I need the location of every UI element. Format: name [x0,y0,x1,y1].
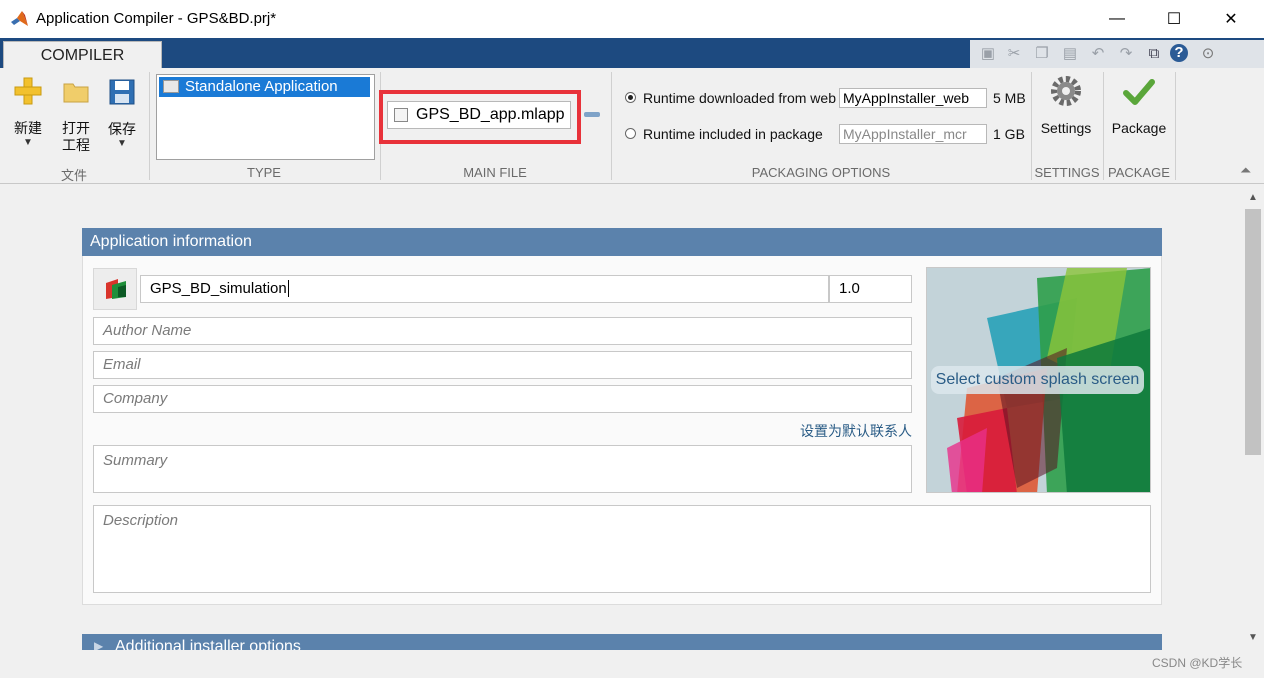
additional-options-label: Additional installer options [115,638,301,650]
close-button[interactable]: ✕ [1208,0,1254,38]
save-label: 保存 [108,121,136,137]
add-file-handle[interactable] [584,112,600,117]
copy-icon[interactable]: ❐ [1032,44,1052,64]
help-icon[interactable]: ? [1170,44,1188,62]
watermark: CSDN @KD学长 [1152,656,1243,670]
scroll-down-icon[interactable]: ▼ [1248,632,1258,643]
dropdown-icon[interactable]: ⊙ [1198,44,1218,64]
matlab-logo-icon [11,11,28,26]
settings-group-label: SETTINGS [1034,165,1100,180]
author-name-field[interactable]: Author Name [93,317,912,345]
file-group-label: 文件 [60,168,87,183]
runtime-web-label: Runtime downloaded from web [643,90,836,106]
additional-options-header[interactable]: ▶ Additional installer options [82,634,1162,650]
scroll-up-icon[interactable]: ▲ [1248,192,1258,203]
package-button[interactable]: Package [1108,76,1170,137]
group-divider [1031,72,1032,180]
mainfile-group-label: MAIN FILE [463,165,527,180]
plus-icon [14,77,42,105]
paste-icon[interactable]: ▤ [1060,44,1080,64]
quick-access-toolbar: ▣ ✂ ❐ ▤ ↶ ↷ ⧉ ? ⊙ [970,40,1264,68]
version-field[interactable]: 1.0 [829,275,912,303]
app-name-value: GPS_BD_simulation [150,280,287,297]
save-icon[interactable]: ▣ [978,44,998,64]
collapse-ribbon-icon[interactable]: ⏶ [1240,162,1251,179]
maximize-button[interactable]: ☐ [1151,0,1197,38]
title-bar: Application Compiler - GPS&BD.prj* — ☐ ✕ [0,0,1264,38]
web-installer-name-field[interactable]: MyAppInstaller_web [839,88,987,108]
type-item-standalone[interactable]: Standalone Application [159,77,370,97]
web-size: 5 MB [993,90,1026,106]
scrollbar-thumb[interactable] [1245,209,1261,455]
type-list[interactable]: Standalone Application [156,74,375,160]
email-field[interactable]: Email [93,351,912,379]
chevron-down-icon: ▼ [23,137,33,148]
package-installer-name-field[interactable]: MyAppInstaller_mcr [839,124,987,144]
cut-icon[interactable]: ✂ [1004,44,1024,64]
settings-button[interactable]: Settings [1034,74,1098,137]
new-button[interactable]: 新建 ▼ [10,76,46,148]
runtime-package-label: Runtime included in package [643,126,823,142]
switch-windows-icon[interactable]: ⧉ [1144,44,1164,64]
checkmark-icon [1123,79,1155,105]
type-group-label: TYPE [247,165,281,180]
group-divider [611,72,612,180]
runtime-web-radio[interactable] [625,92,636,103]
company-field[interactable]: Company [93,385,912,413]
app-icon [106,279,126,299]
text-cursor: ​ [287,280,289,297]
packaging-group-label: PACKAGING OPTIONS [751,165,891,180]
group-divider [1103,72,1104,180]
application-icon [163,80,179,93]
runtime-package-radio[interactable] [625,128,636,139]
minimize-button[interactable]: — [1094,0,1140,38]
vertical-scrollbar[interactable]: ▲ ▼ [1243,184,1264,650]
summary-field[interactable]: Summary [93,445,912,493]
package-size: 1 GB [993,126,1025,142]
app-icon-button[interactable] [93,268,137,310]
gear-icon [1051,76,1081,106]
undo-icon[interactable]: ↶ [1088,44,1108,64]
group-divider [1175,72,1176,180]
group-divider [149,72,150,180]
open-project-button[interactable]: 打开 工程 [58,80,94,154]
set-default-contact-link[interactable]: 设置为默认联系人 [700,421,912,441]
package-group-label: PACKAGE [1108,165,1170,180]
new-label: 新建 [14,120,42,136]
floppy-disk-icon [109,79,135,105]
save-button[interactable]: 保存 ▼ [104,78,140,149]
folder-icon [63,83,89,103]
highlight-box [379,90,581,144]
chevron-down-icon: ▼ [117,138,127,149]
type-item-label: Standalone Application [185,78,338,95]
app-name-field[interactable]: GPS_BD_simulation​ [140,275,829,303]
expand-arrow-icon: ▶ [94,639,104,650]
redo-icon[interactable]: ↷ [1116,44,1136,64]
window-title: Application Compiler - GPS&BD.prj* [36,10,277,27]
open-label-1: 打开 [62,120,90,136]
description-field[interactable]: Description [93,505,1151,593]
app-info-header: Application information [82,228,1162,256]
package-label: Package [1111,120,1167,136]
open-label-2: 工程 [62,137,90,153]
settings-label: Settings [1040,120,1092,136]
tab-compiler[interactable]: COMPILER [3,41,162,70]
select-splash-button[interactable]: Select custom splash screen [931,366,1144,394]
